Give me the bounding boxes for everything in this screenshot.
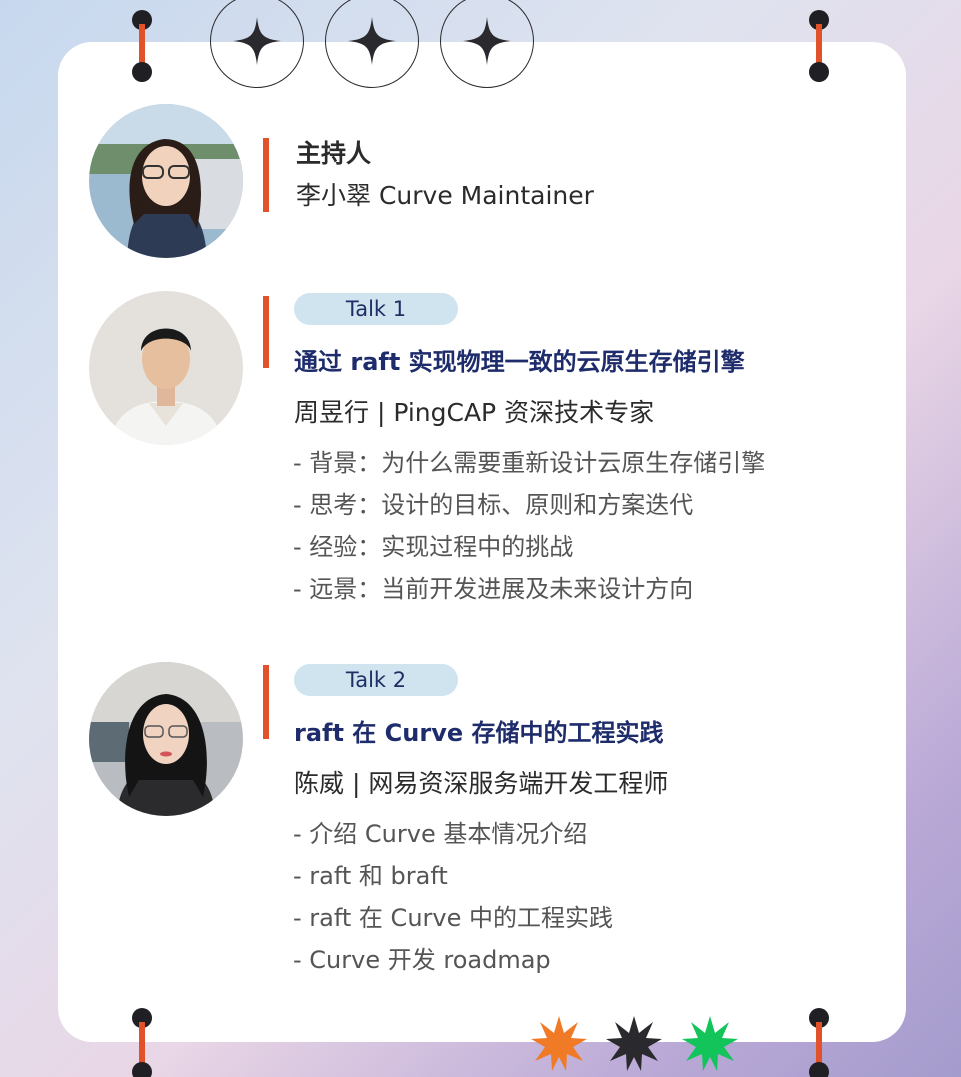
talk-1-agenda: - 背景：为什么需要重新设计云原生存储引擎 - 思考：设计的目标、原则和方案迭代…	[293, 442, 765, 610]
list-item: - raft 和 braft	[293, 862, 448, 890]
list-item: - 思考：设计的目标、原则和方案迭代	[293, 491, 694, 519]
talk-2-speaker: 陈威 | 网易资深服务端开发工程师	[294, 769, 669, 798]
talk-2-agenda: - 介绍 Curve 基本情况介绍 - raft 和 braft - raft …	[293, 813, 613, 981]
talk-1-accent-bar	[263, 296, 269, 368]
talk-2-title: raft 在 Curve 存储中的工程实践	[294, 719, 664, 747]
speaker-2-avatar	[89, 662, 243, 816]
binder-pin-top-left	[132, 10, 152, 82]
host-name: 李小翠 Curve Maintainer	[296, 181, 594, 210]
talk-1-title: 通过 raft 实现物理一致的云原生存储引擎	[294, 348, 745, 376]
speaker-1-avatar	[89, 291, 243, 445]
list-item: - 介绍 Curve 基本情况介绍	[293, 820, 588, 848]
sparkle-icon	[463, 17, 511, 65]
sparkle-icon	[348, 17, 396, 65]
talk-2-label: Talk 2	[294, 664, 458, 696]
starburst-icon	[606, 1016, 662, 1071]
host-role: 主持人	[296, 139, 372, 168]
sparkle-icon	[233, 17, 281, 65]
list-item: - 经验：实现过程中的挑战	[293, 533, 574, 561]
binder-pin-bottom-left	[132, 1008, 152, 1077]
list-item: - Curve 开发 roadmap	[293, 946, 551, 974]
list-item: - 远景：当前开发进展及未来设计方向	[293, 575, 694, 603]
starburst-icon	[531, 1016, 587, 1071]
talk-2-accent-bar	[263, 665, 269, 739]
talk-1-label: Talk 1	[294, 293, 458, 325]
binder-pin-bottom-right	[809, 1008, 829, 1077]
list-item: - raft 在 Curve 中的工程实践	[293, 904, 613, 932]
host-accent-bar	[263, 138, 269, 212]
binder-pin-top-right	[809, 10, 829, 82]
talk-1-speaker: 周昱行 | PingCAP 资深技术专家	[294, 398, 655, 427]
list-item: - 背景：为什么需要重新设计云原生存储引擎	[293, 449, 766, 477]
starburst-icon	[682, 1016, 738, 1071]
host-avatar	[89, 104, 243, 258]
